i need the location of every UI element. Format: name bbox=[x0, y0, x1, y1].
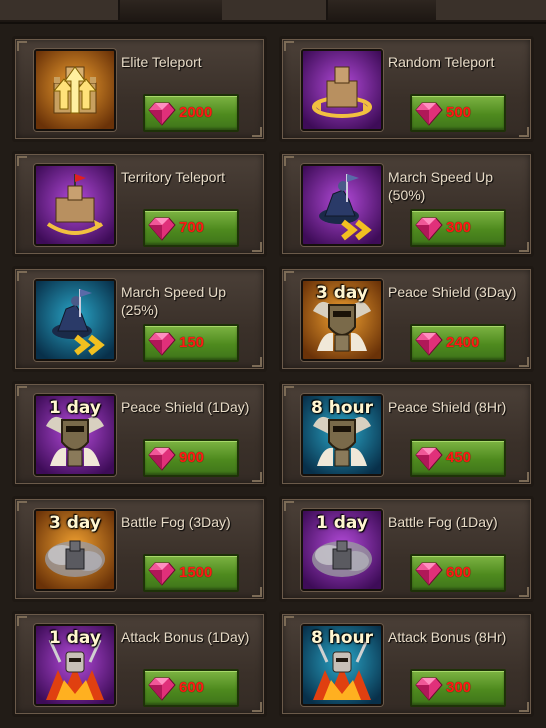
attack-bonus-icon[interactable]: 1 day bbox=[34, 624, 116, 706]
gem-icon bbox=[415, 447, 443, 471]
buy-button[interactable]: 500 bbox=[410, 94, 506, 132]
top-bar-segment bbox=[222, 0, 328, 20]
elite-teleport-icon[interactable] bbox=[34, 49, 116, 131]
battle-fog-icon[interactable]: 1 day bbox=[301, 509, 383, 591]
random-teleport-icon[interactable] bbox=[301, 49, 383, 131]
item-shop-grid: Elite Teleport 2000 Random Teleport 500 … bbox=[12, 36, 534, 717]
duration-tag: 8 hour bbox=[310, 398, 373, 418]
duration-tag: 1 day bbox=[49, 628, 101, 648]
shop-item-card: Territory Teleport 700 bbox=[12, 151, 267, 257]
gem-icon bbox=[415, 677, 443, 701]
shop-item-card: 1 day Attack Bonus (1Day) 600 bbox=[12, 611, 267, 717]
gem-icon bbox=[415, 332, 443, 356]
shop-item-card: Elite Teleport 2000 bbox=[12, 36, 267, 142]
price-value: 1500 bbox=[179, 564, 213, 581]
shop-item-card: 3 day Battle Fog (3Day) 1500 bbox=[12, 496, 267, 602]
duration-tag: 8 hour bbox=[310, 628, 373, 648]
shop-item-card: Random Teleport 500 bbox=[279, 36, 534, 142]
item-name: March Speed Up (25%) bbox=[121, 284, 227, 318]
gem-icon bbox=[148, 562, 176, 586]
item-name: Battle Fog (3Day) bbox=[121, 514, 231, 530]
gem-icon bbox=[148, 677, 176, 701]
item-name: Battle Fog (1Day) bbox=[388, 514, 498, 530]
top-bar-segment bbox=[0, 0, 120, 20]
gem-icon bbox=[415, 102, 443, 126]
peace-shield-icon[interactable]: 1 day bbox=[34, 394, 116, 476]
shop-item-card: 8 hour Peace Shield (8Hr) 450 bbox=[279, 381, 534, 487]
gem-icon bbox=[415, 562, 443, 586]
price-value: 300 bbox=[446, 679, 472, 696]
duration-tag: 1 day bbox=[49, 398, 101, 418]
buy-button[interactable]: 700 bbox=[143, 209, 239, 247]
shop-item-card: 1 day Battle Fog (1Day) 600 bbox=[279, 496, 534, 602]
item-name: Peace Shield (8Hr) bbox=[388, 399, 507, 415]
item-name: March Speed Up (50%) bbox=[388, 169, 494, 203]
gem-icon bbox=[148, 102, 176, 126]
item-name: Territory Teleport bbox=[121, 169, 226, 185]
shop-item-card: 1 day Peace Shield (1Day) 900 bbox=[12, 381, 267, 487]
buy-button[interactable]: 150 bbox=[143, 324, 239, 362]
buy-button[interactable]: 300 bbox=[410, 209, 506, 247]
shop-item-card: 8 hour Attack Bonus (8Hr) 300 bbox=[279, 611, 534, 717]
item-name: Attack Bonus (8Hr) bbox=[388, 629, 507, 645]
price-value: 700 bbox=[179, 219, 205, 236]
price-value: 900 bbox=[179, 449, 205, 466]
buy-button[interactable]: 300 bbox=[410, 669, 506, 707]
item-name: Peace Shield (3Day) bbox=[388, 284, 517, 300]
item-name: Attack Bonus (1Day) bbox=[121, 629, 250, 645]
price-value: 600 bbox=[446, 564, 472, 581]
buy-button[interactable]: 2400 bbox=[410, 324, 506, 362]
battle-fog-icon[interactable]: 3 day bbox=[34, 509, 116, 591]
duration-tag: 3 day bbox=[316, 283, 368, 303]
gem-icon bbox=[415, 217, 443, 241]
duration-tag: 3 day bbox=[49, 513, 101, 533]
price-value: 2400 bbox=[446, 334, 480, 351]
peace-shield-icon[interactable]: 3 day bbox=[301, 279, 383, 361]
top-bar bbox=[0, 0, 546, 24]
item-name: Elite Teleport bbox=[121, 54, 202, 70]
item-name: Random Teleport bbox=[388, 54, 495, 70]
buy-button[interactable]: 450 bbox=[410, 439, 506, 477]
price-value: 500 bbox=[446, 104, 472, 121]
buy-button[interactable]: 600 bbox=[410, 554, 506, 592]
attack-bonus-icon[interactable]: 8 hour bbox=[301, 624, 383, 706]
shop-item-card: March Speed Up (25%) 150 bbox=[12, 266, 267, 372]
price-value: 600 bbox=[179, 679, 205, 696]
gem-icon bbox=[148, 217, 176, 241]
march-speed-icon[interactable] bbox=[34, 279, 116, 361]
shop-item-card: March Speed Up (50%) 300 bbox=[279, 151, 534, 257]
peace-shield-icon[interactable]: 8 hour bbox=[301, 394, 383, 476]
buy-button[interactable]: 900 bbox=[143, 439, 239, 477]
top-bar-segment bbox=[436, 0, 546, 20]
price-value: 150 bbox=[179, 334, 205, 351]
duration-tag: 1 day bbox=[316, 513, 368, 533]
item-name: Peace Shield (1Day) bbox=[121, 399, 250, 415]
buy-button[interactable]: 2000 bbox=[143, 94, 239, 132]
shop-item-card: 3 day Peace Shield (3Day) 2400 bbox=[279, 266, 534, 372]
price-value: 2000 bbox=[179, 104, 213, 121]
territory-teleport-icon[interactable] bbox=[34, 164, 116, 246]
march-speed-icon[interactable] bbox=[301, 164, 383, 246]
price-value: 450 bbox=[446, 449, 472, 466]
buy-button[interactable]: 1500 bbox=[143, 554, 239, 592]
buy-button[interactable]: 600 bbox=[143, 669, 239, 707]
price-value: 300 bbox=[446, 219, 472, 236]
gem-icon bbox=[148, 447, 176, 471]
gem-icon bbox=[148, 332, 176, 356]
